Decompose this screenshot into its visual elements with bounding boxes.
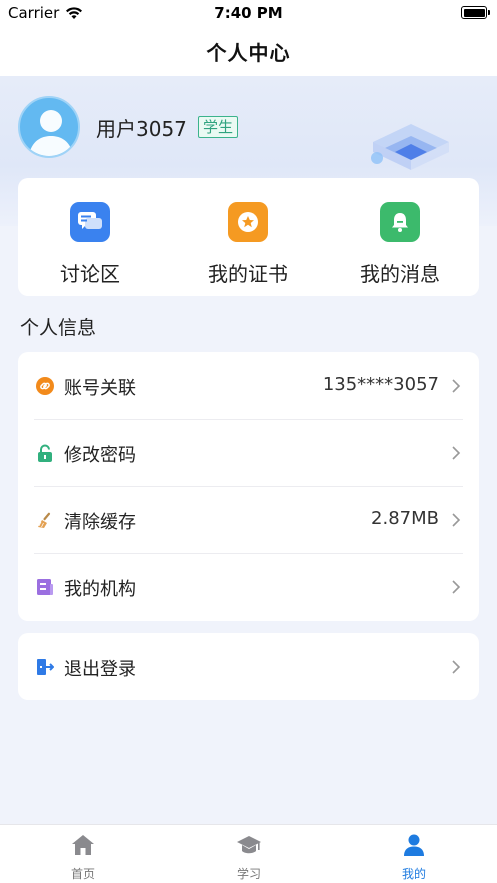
row-label: 退出登录 [64,659,136,680]
section-title: 个人信息 [20,317,97,339]
clock: 7:40 PM [214,4,283,22]
tab-study[interactable]: 学习 [166,825,332,883]
logout-button[interactable]: 退出登录 [18,633,479,700]
user-icon [404,834,424,856]
chevron-right-icon [452,379,461,393]
organization-icon [37,579,53,595]
shortcut-label: 我的证书 [208,262,288,286]
tab-bar: 首页 学习 我的 [0,824,497,883]
shortcut-certificates[interactable]: 我的证书 [178,178,318,296]
logout-icon [37,659,54,675]
shortcut-label: 讨论区 [60,262,120,286]
chevron-right-icon [452,580,461,594]
nav-bar: 个人中心 [0,26,497,76]
battery-icon [461,6,490,19]
list-item-clear-cache[interactable]: 清除缓存 2.87MB [18,486,479,553]
row-label: 账号关联 [64,378,136,399]
tab-home[interactable]: 首页 [0,825,166,883]
list-item-account-link[interactable]: 账号关联 135****3057 [18,352,479,419]
tab-label: 我的 [401,867,426,881]
chat-bubbles-icon [70,202,110,242]
certificate-icon [228,202,268,242]
lock-icon [38,444,52,462]
broom-icon [38,512,51,528]
row-value: 135****3057 [322,374,439,395]
row-value: 2.87MB [371,508,439,529]
logout-card: 退出登录 [18,633,479,700]
home-icon [72,835,94,855]
status-bar: Carrier 7:40 PM [0,0,497,26]
chevron-right-icon [452,446,461,460]
list-item-my-organization[interactable]: 我的机构 [18,553,479,620]
list-item-change-password[interactable]: 修改密码 [18,419,479,486]
bell-icon [380,202,420,242]
chevron-right-icon [452,513,461,527]
row-label: 我的机构 [64,579,136,600]
shortcut-messages[interactable]: 我的消息 [330,178,470,296]
username: 用户3057 [96,117,187,141]
tab-label: 首页 [70,867,95,881]
personal-info-list: 账号关联 135****3057 修改密码 清除缓存 2.87MB 我的机构 [18,352,479,621]
page-title: 个人中心 [206,40,291,65]
link-icon [36,377,54,395]
avatar[interactable] [18,96,80,158]
role-badge: 学生 [198,116,239,138]
row-label: 修改密码 [64,445,136,466]
shortcut-card: 讨论区 我的证书 我的消息 [18,178,479,296]
tab-mine[interactable]: 我的 [331,825,497,883]
decorative-platform-illustration [371,124,449,170]
row-label: 清除缓存 [64,512,136,533]
shortcut-discussion[interactable]: 讨论区 [20,178,160,296]
shortcut-label: 我的消息 [360,262,440,286]
graduation-cap-icon [237,836,261,854]
chevron-right-icon [452,660,461,674]
tab-label: 学习 [236,867,261,881]
